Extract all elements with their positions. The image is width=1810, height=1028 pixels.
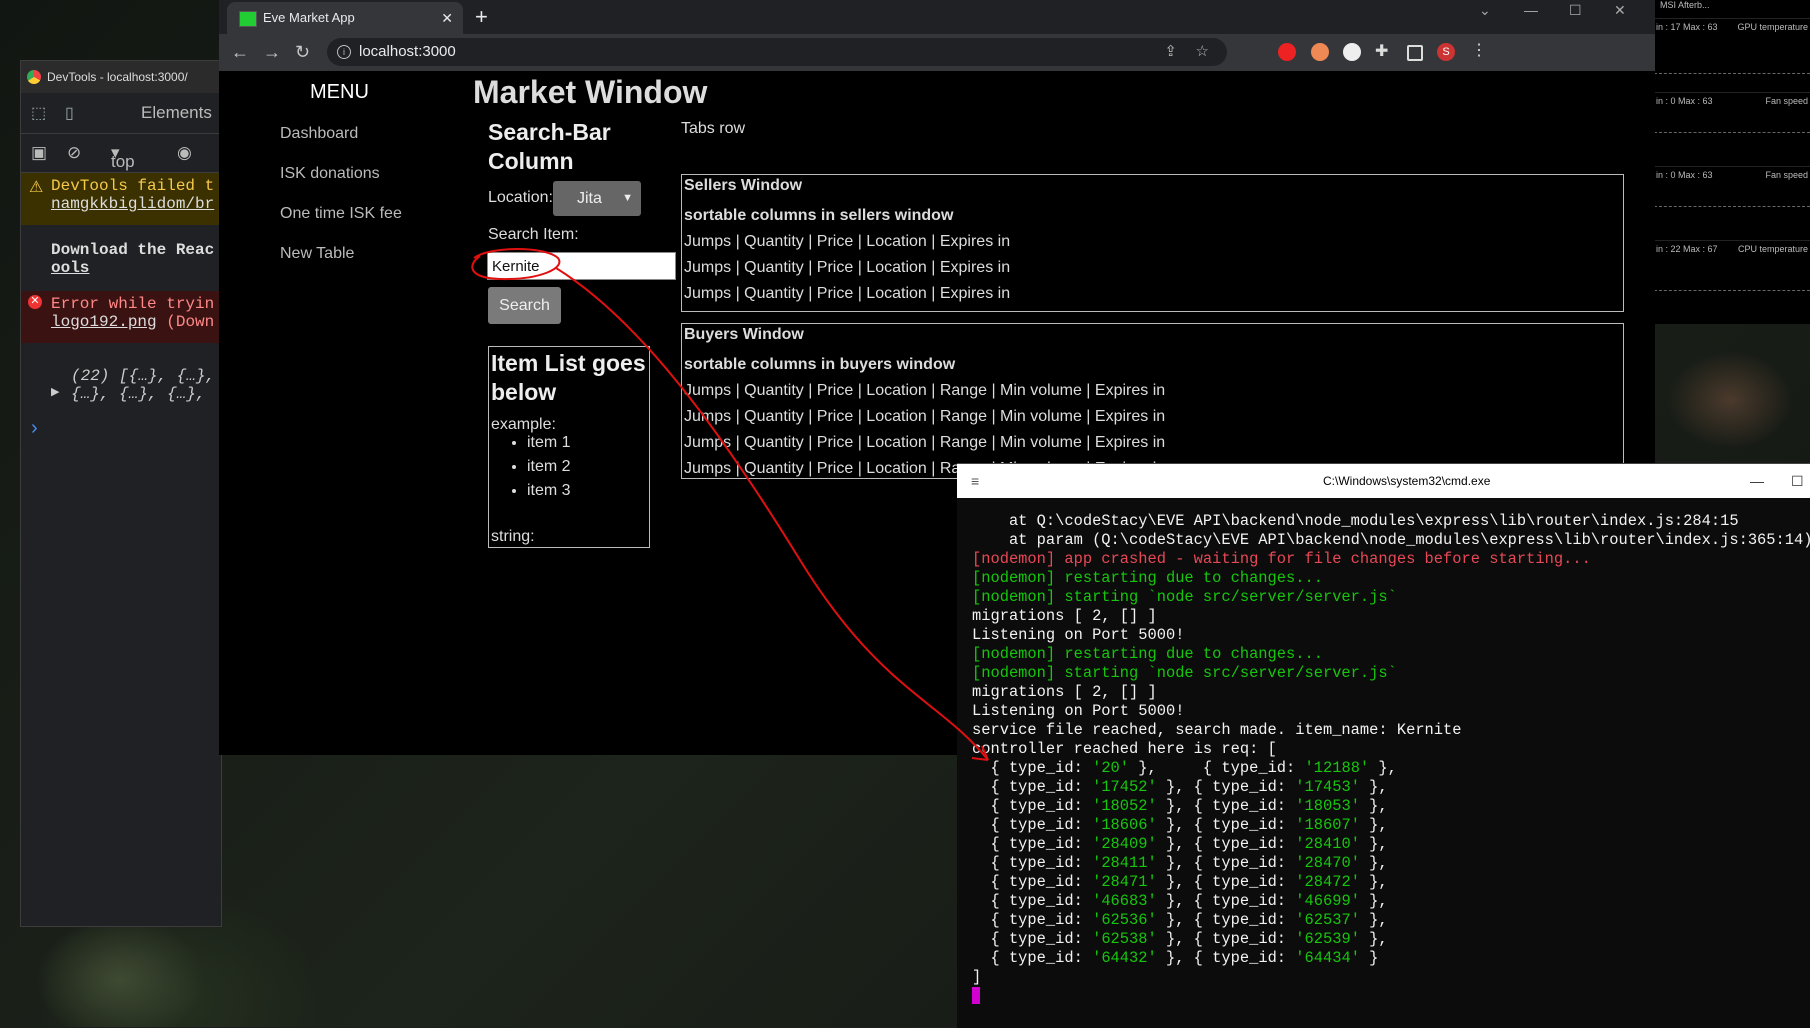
annotation-arrow <box>555 267 989 761</box>
annotation-overlay <box>471 248 989 761</box>
annotation-circle <box>471 248 561 281</box>
